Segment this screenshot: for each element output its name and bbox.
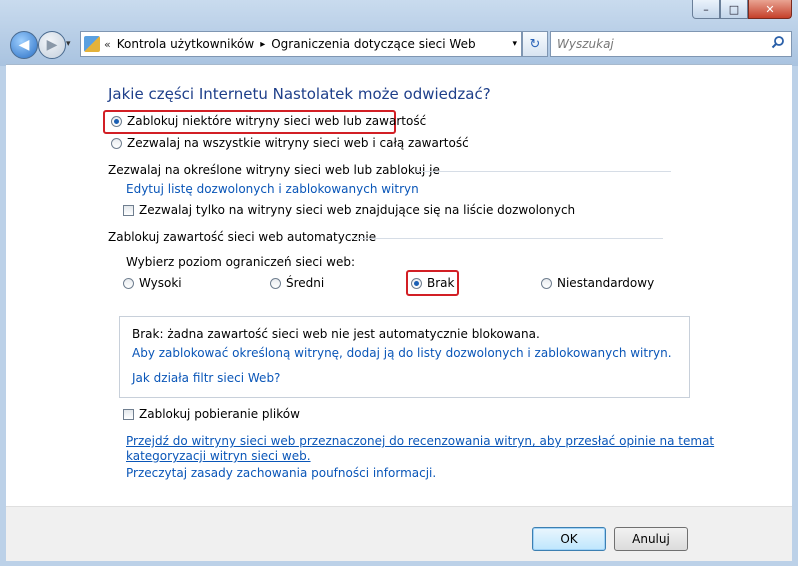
allow-only-list-checkbox[interactable]: Zezwalaj tylko na witryny sieci web znaj… [123, 203, 575, 217]
radio-label: Niestandardowy [557, 276, 655, 290]
section-title-auto-block: Zablokuj zawartość sieci web automatyczn… [108, 230, 377, 244]
radio-label: Brak [427, 276, 455, 290]
level-description-text: Brak: żadna zawartość sieci web nie jest… [132, 327, 540, 341]
how-filter-works-link[interactable]: Jak działa filtr sieci Web? [132, 371, 280, 385]
radio-button-selected[interactable] [411, 278, 422, 289]
radio-label: Średni [286, 276, 325, 290]
close-button[interactable]: ✕ [748, 0, 792, 19]
edit-allow-block-list-link[interactable]: Edytuj listę dozwolonych i zablokowanych… [126, 182, 419, 196]
radio-button[interactable] [270, 278, 281, 289]
address-bar[interactable]: « Kontrola użytkowników ▸ Ograniczenia d… [80, 31, 522, 57]
level-description-box: Brak: żadna zawartość sieci web nie jest… [119, 316, 690, 398]
search-input[interactable]: Wyszukaj [557, 37, 614, 51]
checkbox-label: Zablokuj pobieranie plików [139, 407, 300, 421]
checkbox[interactable] [123, 409, 134, 420]
cancel-button[interactable]: Anuluj [614, 527, 688, 551]
radio-level-none[interactable]: Brak [411, 276, 454, 290]
radio-label: Zezwalaj na wszystkie witryny sieci web … [127, 136, 469, 150]
radio-level-custom[interactable]: Niestandardowy [541, 276, 654, 290]
search-icon[interactable] [771, 35, 785, 52]
radio-block-some-sites[interactable]: Zablokuj niektóre witryny sieci web lub … [111, 114, 426, 128]
forward-arrow-icon[interactable]: ▶ [38, 31, 66, 59]
breadcrumb-overflow-chevron[interactable]: « [104, 38, 111, 51]
review-sites-link-line2[interactable]: kategoryzacji witryn sieci web. [126, 449, 311, 463]
radio-button-selected[interactable] [111, 116, 122, 127]
main-content: Jakie części Internetu Nastolatek może o… [6, 64, 792, 507]
checkbox[interactable] [123, 205, 134, 216]
radio-allow-all-sites[interactable]: Zezwalaj na wszystkie witryny sieci web … [111, 136, 469, 150]
control-panel-icon [84, 36, 100, 52]
radio-level-medium[interactable]: Średni [270, 276, 324, 290]
radio-button[interactable] [541, 278, 552, 289]
radio-button[interactable] [111, 138, 122, 149]
breadcrumb-user-accounts[interactable]: Kontrola użytkowników [117, 37, 254, 51]
radio-label: Zablokuj niektóre witryny sieci web lub … [127, 114, 427, 128]
block-downloads-checkbox[interactable]: Zablokuj pobieranie plików [123, 407, 300, 421]
address-dropdown-icon[interactable]: ▾ [512, 39, 517, 49]
block-specific-site-link[interactable]: Aby zablokować określoną witrynę, dodaj … [132, 346, 672, 360]
maximize-button[interactable]: □ [720, 0, 748, 19]
breadcrumb-web-restrictions[interactable]: Ograniczenia dotyczące sieci Web [271, 37, 475, 51]
ok-button[interactable]: OK [532, 527, 606, 551]
restriction-level-label: Wybierz poziom ograniczeń sieci web: [126, 255, 356, 269]
page-title: Jakie części Internetu Nastolatek może o… [108, 85, 491, 103]
privacy-policy-link[interactable]: Przeczytaj zasady zachowania poufności i… [126, 466, 436, 480]
breadcrumb-separator-icon[interactable]: ▸ [260, 39, 265, 50]
review-sites-link-line1[interactable]: Przejdź do witryny sieci web przeznaczon… [126, 434, 714, 448]
dialog-footer: OK Anuluj [6, 506, 792, 561]
back-arrow-icon[interactable]: ◀ [10, 31, 38, 59]
minimize-button[interactable]: – [692, 0, 720, 19]
radio-level-high[interactable]: Wysoki [123, 276, 182, 290]
checkbox-label: Zezwalaj tylko na witryny sieci web znaj… [139, 203, 576, 217]
window-controls: – □ ✕ [692, 0, 792, 19]
section-divider [351, 238, 663, 239]
section-divider [416, 171, 671, 172]
radio-button[interactable] [123, 278, 134, 289]
section-title-allowlist: Zezwalaj na określone witryny sieci web … [108, 163, 440, 177]
radio-label: Wysoki [139, 276, 182, 290]
window-title-bar: – □ ✕ ◀ ▶ ▾ « Kontrola użytkowników ▸ Og… [0, 0, 798, 66]
recent-pages-dropdown-icon[interactable]: ▾ [66, 39, 71, 49]
refresh-icon[interactable]: ↻ [522, 31, 548, 57]
search-box[interactable]: Wyszukaj [550, 31, 792, 57]
